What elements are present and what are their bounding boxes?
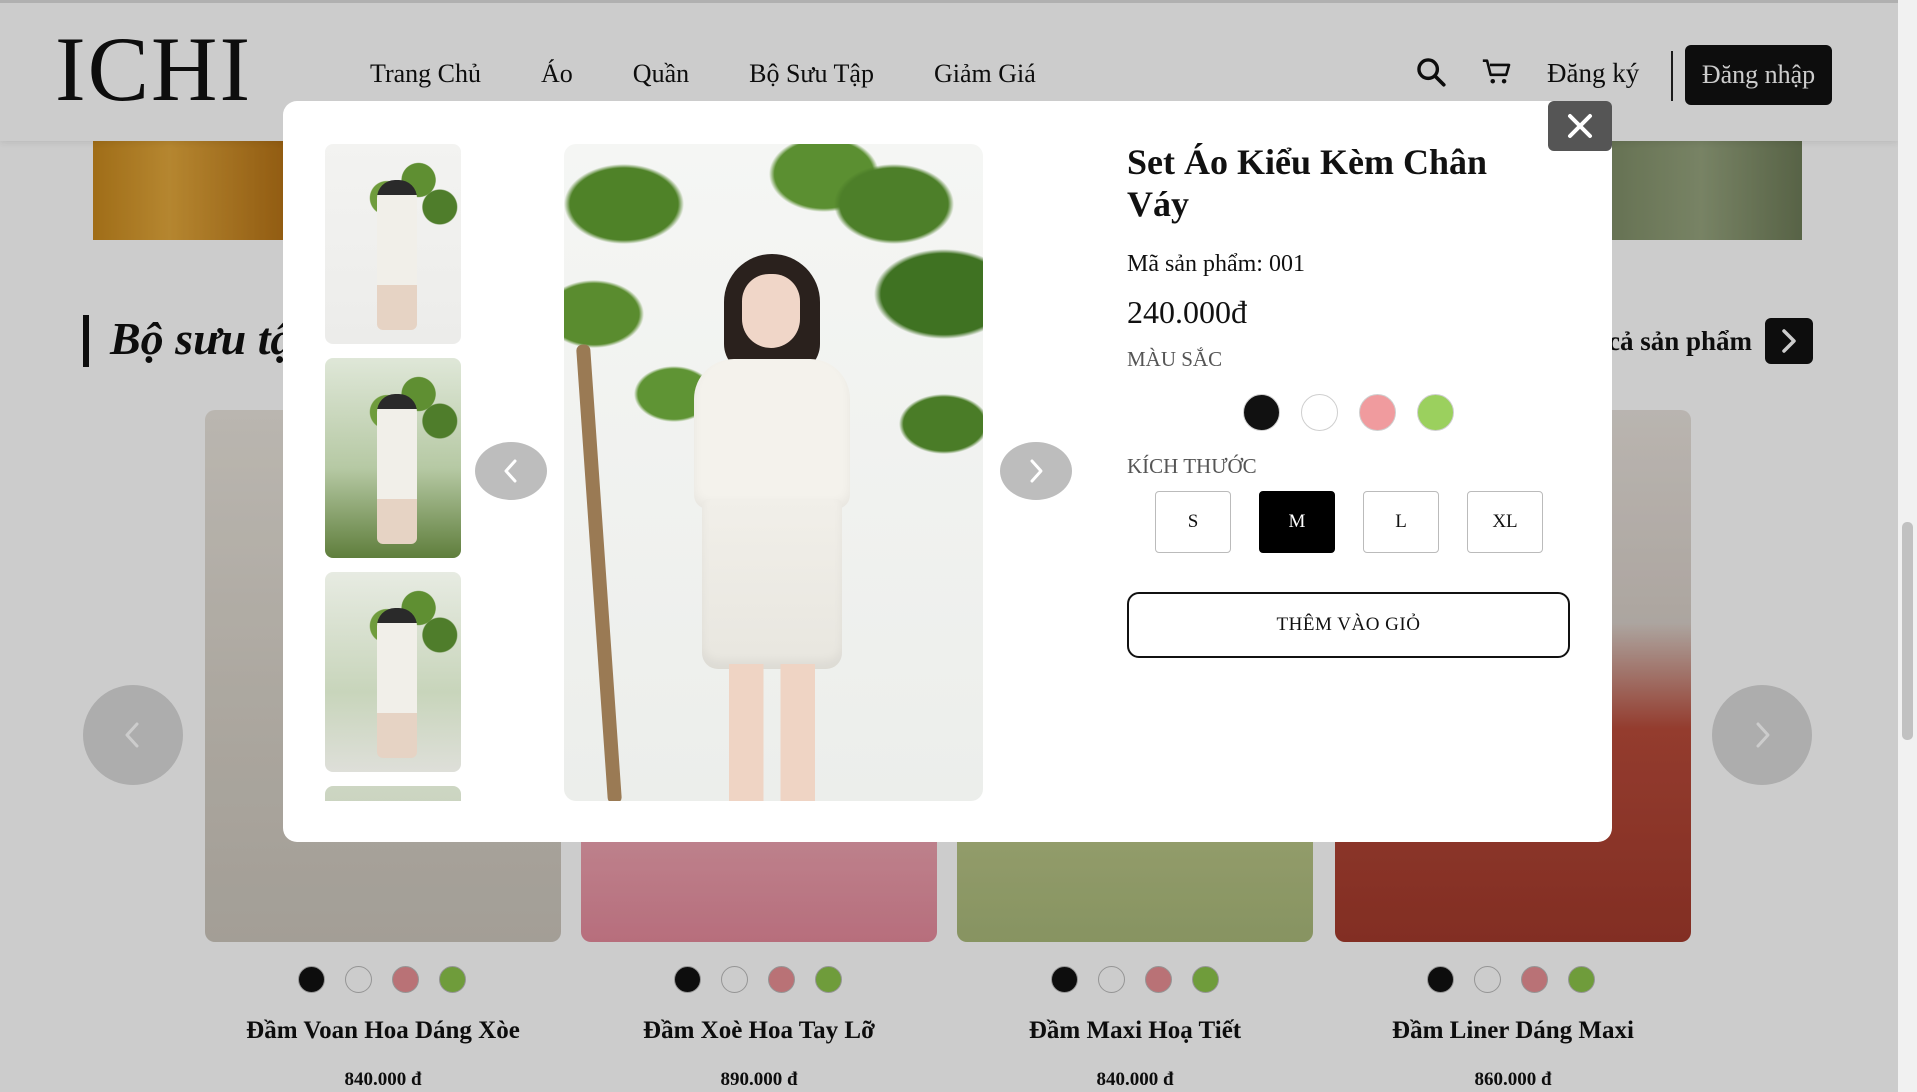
color-label: MÀU SẮC [1127,347,1223,371]
chevron-left-icon [504,459,517,483]
thumbnail-image[interactable] [325,144,461,344]
image-next-button[interactable] [1000,442,1072,500]
scrollbar-thumb[interactable] [1902,522,1913,740]
product-title: Set Áo Kiểu Kèm Chân Váy [1127,142,1487,225]
product-sku: Mã sản phẩm: 001 [1127,251,1305,277]
size-options: S M L XL [1155,491,1543,553]
product-price: 240.000đ [1127,294,1247,330]
color-option-white[interactable] [1301,394,1338,431]
thumbnail-image[interactable] [325,786,461,801]
color-option-green[interactable] [1417,394,1454,431]
thumbnail-list [325,144,461,801]
page-scrollbar[interactable] [1898,0,1917,1092]
size-option-s[interactable]: S [1155,491,1231,553]
thumbnail-image[interactable] [325,572,461,772]
chevron-right-icon [1030,459,1043,483]
add-to-cart-button[interactable]: THÊM VÀO GIỎ [1127,592,1570,658]
color-options [1243,394,1454,431]
main-product-image [564,144,983,801]
size-option-l[interactable]: L [1363,491,1439,553]
close-button[interactable] [1548,101,1612,151]
color-option-pink[interactable] [1359,394,1396,431]
size-label: KÍCH THƯỚC [1127,454,1257,478]
product-quick-view-modal: Set Áo Kiểu Kèm Chân Váy Mã sản phẩm: 00… [283,101,1612,842]
thumbnail-image[interactable] [325,358,461,558]
close-icon [1568,114,1592,138]
color-option-black[interactable] [1243,394,1280,431]
size-option-m[interactable]: M [1259,491,1335,553]
size-option-xl[interactable]: XL [1467,491,1543,553]
image-prev-button[interactable] [475,442,547,500]
